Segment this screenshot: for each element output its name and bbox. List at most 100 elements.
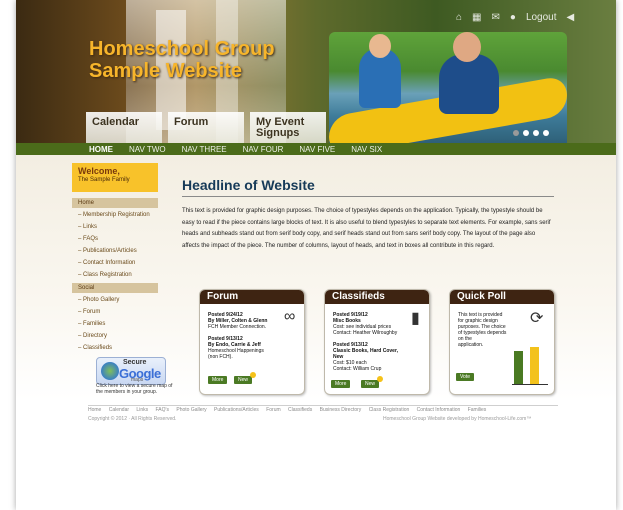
sidebar-item-label: FAQs (83, 236, 99, 242)
footer-link[interactable]: Families (468, 407, 487, 413)
welcome-title: Welcome, (78, 166, 120, 176)
site-title-line2: Sample Website (89, 60, 243, 82)
footer-link[interactable]: Forum (266, 407, 280, 413)
forum-new-button[interactable]: New (234, 376, 253, 384)
sidebar-item-publications[interactable]: – Publications/Articles (72, 246, 158, 258)
footer-link[interactable]: Publications/Articles (214, 407, 259, 413)
gmaps-caption[interactable]: Click here to view a secure map of the m… (96, 383, 178, 395)
footer-link[interactable]: Calendar (109, 407, 129, 413)
sidebar-item-directory[interactable]: – Directory (72, 331, 158, 343)
nav-three[interactable]: NAV THREE (182, 145, 227, 154)
slider-dot[interactable] (523, 130, 529, 136)
tile-forum-label: Forum (174, 116, 209, 128)
gmaps-secure-label: Secure (123, 359, 147, 366)
sidebar-item-class-registration[interactable]: – Class Registration (72, 270, 158, 282)
poll-bar-green (514, 351, 523, 384)
page-headline: Headline of Website (182, 177, 315, 193)
sidebar-item-photo-gallery[interactable]: – Photo Gallery (72, 295, 158, 307)
sidebar-item-faqs[interactable]: – FAQs (72, 234, 158, 246)
forum-more-button[interactable]: More (208, 376, 228, 384)
sidebar-header-home[interactable]: Home (72, 198, 158, 208)
copyright: Copyright © 2012 · All Rights Reserved. (88, 416, 177, 422)
quick-tiles: Calendar Forum My Event Signups (86, 112, 326, 143)
poll-question: This text is provided for graphic design… (458, 312, 518, 348)
speaker-icon[interactable]: ◀ (567, 12, 575, 23)
sidebar-item-label: Contact Information (83, 260, 136, 266)
sidebar-item-membership[interactable]: – Membership Registration (72, 210, 158, 222)
footer-link[interactable]: Home (88, 407, 101, 413)
nav-home[interactable]: HOME (89, 145, 113, 154)
top-icons: ⌂ ▦ ✉ ● Logout ◀ (456, 12, 574, 23)
classifieds-new-button[interactable]: New (361, 380, 380, 388)
classified-title[interactable]: Classic Books, Hard Cover, New (333, 348, 398, 360)
classifieds-box-title[interactable]: Classifieds (325, 290, 429, 304)
slider-dot[interactable] (543, 130, 549, 136)
home-icon[interactable]: ⌂ (456, 12, 462, 23)
footer-divider (88, 405, 558, 406)
tile-event-signups[interactable]: My Event Signups (250, 112, 326, 143)
nav-two[interactable]: NAV TWO (129, 145, 166, 154)
poll-vote-button[interactable]: Vote (456, 373, 475, 381)
poll-baseline (512, 384, 548, 385)
footer-links: Home Calendar Links FAQ's Photo Gallery … (88, 407, 492, 413)
profile-icon[interactable]: ● (510, 12, 516, 23)
body-text: This text is provided for graphic design… (182, 208, 551, 249)
headline-divider (182, 196, 554, 197)
classified-contact: Contact: William Crup (333, 366, 382, 372)
sidebar-item-label: Photo Gallery (83, 297, 120, 303)
tile-forum[interactable]: Forum (168, 112, 244, 143)
footer-link[interactable]: Classifieds (288, 407, 312, 413)
logout-link[interactable]: Logout (526, 12, 557, 23)
footer-link[interactable]: FAQ's (156, 407, 169, 413)
tile-calendar[interactable]: Calendar (86, 112, 162, 143)
refresh-icon[interactable]: ⟳ (530, 308, 543, 328)
sidebar-item-label: Publications/Articles (83, 248, 137, 254)
footer-link[interactable]: Photo Gallery (176, 407, 206, 413)
header-photo (329, 32, 567, 144)
slider-dot[interactable] (513, 130, 519, 136)
poll-text: application. (458, 342, 484, 348)
quick-poll-box: Quick Poll This text is provided for gra… (449, 289, 555, 395)
sidebar-item-label: Class Registration (83, 272, 132, 278)
calendar-icon[interactable]: ▦ (472, 12, 481, 23)
tile-calendar-label: Calendar (92, 116, 140, 128)
slider-dot[interactable] (533, 130, 539, 136)
site-title[interactable]: Homeschool Group Sample Website (89, 38, 275, 82)
sidebar-header-social[interactable]: Social (72, 283, 158, 293)
child-head (369, 34, 391, 58)
classifieds-more-button[interactable]: More (331, 380, 351, 388)
sidebar-item-families[interactable]: – Families (72, 319, 158, 331)
classifieds-list: Posted 9/19/12 Misc Books Cost: see indi… (333, 312, 405, 372)
sidebar-item-label: Directory (83, 333, 108, 339)
nav-five[interactable]: NAV FIVE (299, 145, 335, 154)
adult-figure (439, 54, 499, 114)
forum-post-text[interactable]: FCH Member Connection. (208, 324, 266, 330)
forum-box-title[interactable]: Forum (200, 290, 304, 304)
new-badge-icon (250, 372, 256, 378)
site-title-line1: Homeschool Group (89, 38, 275, 60)
footer-link[interactable]: Business Directory (320, 407, 362, 413)
nav-four[interactable]: NAV FOUR (243, 145, 284, 154)
forum-posts: Posted 9/24/12 By Miller, Colten & Glenn… (208, 312, 280, 360)
developer-credit[interactable]: Homeschool Group Website developed by Ho… (383, 416, 531, 422)
sidebar-item-forum[interactable]: – Forum (72, 307, 158, 319)
globe-icon (101, 362, 119, 380)
forum-post-text[interactable]: (non FCH). (208, 354, 233, 360)
sidebar-item-contact[interactable]: – Contact Information (72, 258, 158, 270)
footer-link[interactable]: Links (136, 407, 148, 413)
mail-icon[interactable]: ✉ (492, 12, 500, 23)
main-nav: HOME NAV TWO NAV THREE NAV FOUR NAV FIVE… (16, 143, 616, 155)
sidebar-item-label: Families (83, 321, 106, 327)
footer-link[interactable]: Class Registration (369, 407, 410, 413)
sidebar-item-links[interactable]: – Links (72, 222, 158, 234)
footer-link[interactable]: Contact Information (417, 407, 461, 413)
secure-google-maps-badge[interactable]: Secure Google maps (96, 357, 166, 385)
welcome-subtitle: The Sample Family (78, 177, 130, 183)
classifieds-box: Classifieds Posted 9/19/12 Misc Books Co… (324, 289, 430, 395)
sidebar-item-label: Forum (83, 309, 101, 315)
document-icon: ▮ (411, 310, 420, 327)
slider-dots (513, 130, 549, 136)
nav-six[interactable]: NAV SIX (351, 145, 382, 154)
quick-poll-title[interactable]: Quick Poll (450, 290, 554, 304)
sidebar-item-classifieds[interactable]: – Classifieds (72, 343, 158, 355)
